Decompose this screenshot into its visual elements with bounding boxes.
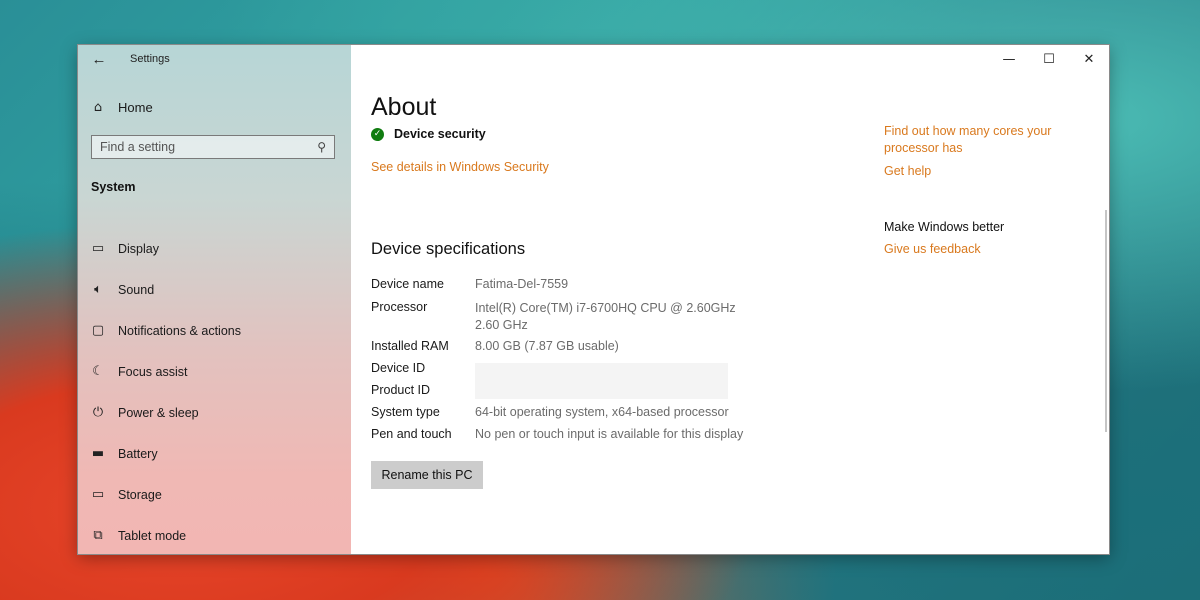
- rename-pc-button[interactable]: Rename this PC: [371, 461, 483, 489]
- sidebar-item-label: Notifications & actions: [118, 323, 241, 338]
- device-security-label: Device security: [394, 127, 486, 141]
- processor-value-line1: Intel(R) Core(TM) i7-6700HQ CPU @ 2.60GH…: [475, 301, 736, 315]
- spec-key: Product ID: [371, 383, 431, 397]
- spec-row-system-type: System type 64-bit operating system, x64…: [371, 405, 743, 427]
- spec-key: Installed RAM: [371, 339, 449, 353]
- window-controls: — ☐ ✕: [989, 45, 1109, 75]
- sidebar-item-sound[interactable]: 🔈︎ Sound: [90, 269, 350, 310]
- processor-value-line2: 2.60 GHz: [475, 318, 528, 332]
- spec-value: No pen or touch input is available for t…: [475, 427, 744, 441]
- spec-value: Intel(R) Core(TM) i7-6700HQ CPU @ 2.60GH…: [475, 300, 736, 339]
- home-icon: ⌂: [93, 100, 103, 115]
- home-nav-item[interactable]: ⌂ Home: [90, 100, 153, 115]
- device-security-row: ✓ Device security: [371, 127, 486, 141]
- sidebar-item-tablet-mode[interactable]: ⧉ Tablet mode: [90, 515, 350, 554]
- main-content: — ☐ ✕ About ✓ Device security See detail…: [351, 45, 1109, 554]
- search-icon[interactable]: ⚲: [317, 140, 326, 154]
- spec-value: Fatima-Del-7559: [475, 277, 569, 291]
- scrollbar[interactable]: [1105, 210, 1107, 432]
- sidebar-item-battery[interactable]: ▬ Battery: [90, 433, 350, 474]
- spec-key: Device ID: [371, 361, 426, 375]
- moon-icon: ☾: [92, 364, 104, 379]
- sidebar-item-focus-assist[interactable]: ☾ Focus assist: [90, 351, 350, 392]
- spec-key: Pen and touch: [371, 427, 452, 441]
- home-label: Home: [118, 100, 153, 115]
- related-links-panel: Find out how many cores your processor h…: [884, 123, 1084, 258]
- monitor-icon: ▭: [91, 241, 105, 256]
- sidebar-nav: ▭ Display 🔈︎ Sound ▢ Notifications & act…: [90, 228, 350, 554]
- sidebar-item-label: Display: [118, 241, 159, 256]
- get-help-link[interactable]: Get help: [884, 163, 1084, 180]
- cores-link[interactable]: Find out how many cores your processor h…: [884, 123, 1084, 157]
- sidebar-item-label: Battery: [118, 446, 158, 461]
- notification-icon: ▢: [91, 323, 105, 338]
- storage-icon: ▭: [91, 487, 105, 502]
- spec-value: 64-bit operating system, x64-based proce…: [475, 405, 729, 419]
- spec-key: System type: [371, 405, 440, 419]
- sidebar-item-power-sleep[interactable]: ⏻ Power & sleep: [90, 392, 350, 433]
- sidebar-item-label: Power & sleep: [118, 405, 199, 420]
- close-icon[interactable]: ✕: [1069, 45, 1109, 75]
- spec-key: Processor: [371, 300, 428, 314]
- windows-security-link[interactable]: See details in Windows Security: [371, 160, 549, 174]
- back-arrow-icon[interactable]: ←: [86, 49, 112, 71]
- power-icon: ⏻: [92, 405, 104, 420]
- spec-key: Device name: [371, 277, 444, 291]
- maximize-icon[interactable]: ☐: [1029, 45, 1069, 75]
- search-input[interactable]: Find a setting ⚲: [91, 135, 335, 159]
- make-windows-better-heading: Make Windows better: [884, 220, 1005, 234]
- sidebar-item-notifications[interactable]: ▢ Notifications & actions: [90, 310, 350, 351]
- redacted-id-block: [475, 363, 728, 399]
- spec-row-device-name: Device name Fatima-Del-7559: [371, 277, 743, 300]
- title-bar: ← Settings: [78, 45, 351, 75]
- sidebar-item-label: Sound: [118, 282, 155, 297]
- sidebar-item-label: Focus assist: [118, 364, 188, 379]
- battery-icon: ▬: [91, 446, 105, 461]
- speaker-icon: 🔈︎: [94, 282, 102, 297]
- minimize-icon[interactable]: —: [989, 45, 1029, 75]
- sidebar: ← Settings ⌂ Home Find a setting ⚲ Syste…: [78, 45, 351, 554]
- sidebar-item-display[interactable]: ▭ Display: [90, 228, 350, 269]
- spec-row-processor: Processor Intel(R) Core(TM) i7-6700HQ CP…: [371, 300, 743, 339]
- spec-value: 8.00 GB (7.87 GB usable): [475, 339, 619, 353]
- sidebar-item-label: Storage: [118, 487, 162, 502]
- section-label-system: System: [91, 180, 136, 194]
- spec-row-pen-touch: Pen and touch No pen or touch input is a…: [371, 427, 743, 449]
- settings-window: ← Settings ⌂ Home Find a setting ⚲ Syste…: [78, 45, 1109, 554]
- page-title: About: [371, 93, 437, 121]
- spec-row-ram: Installed RAM 8.00 GB (7.87 GB usable): [371, 339, 743, 361]
- feedback-link[interactable]: Give us feedback: [884, 241, 1084, 258]
- check-icon: ✓: [371, 127, 384, 141]
- window-title: Settings: [130, 53, 170, 65]
- spec-table: Device name Fatima-Del-7559 Processor In…: [371, 277, 743, 449]
- sidebar-item-label: Tablet mode: [118, 528, 187, 543]
- sidebar-item-storage[interactable]: ▭ Storage: [90, 474, 350, 515]
- device-specifications-heading: Device specifications: [371, 240, 526, 258]
- search-placeholder: Find a setting: [100, 140, 176, 154]
- tablet-mode-icon: ⧉: [93, 528, 103, 543]
